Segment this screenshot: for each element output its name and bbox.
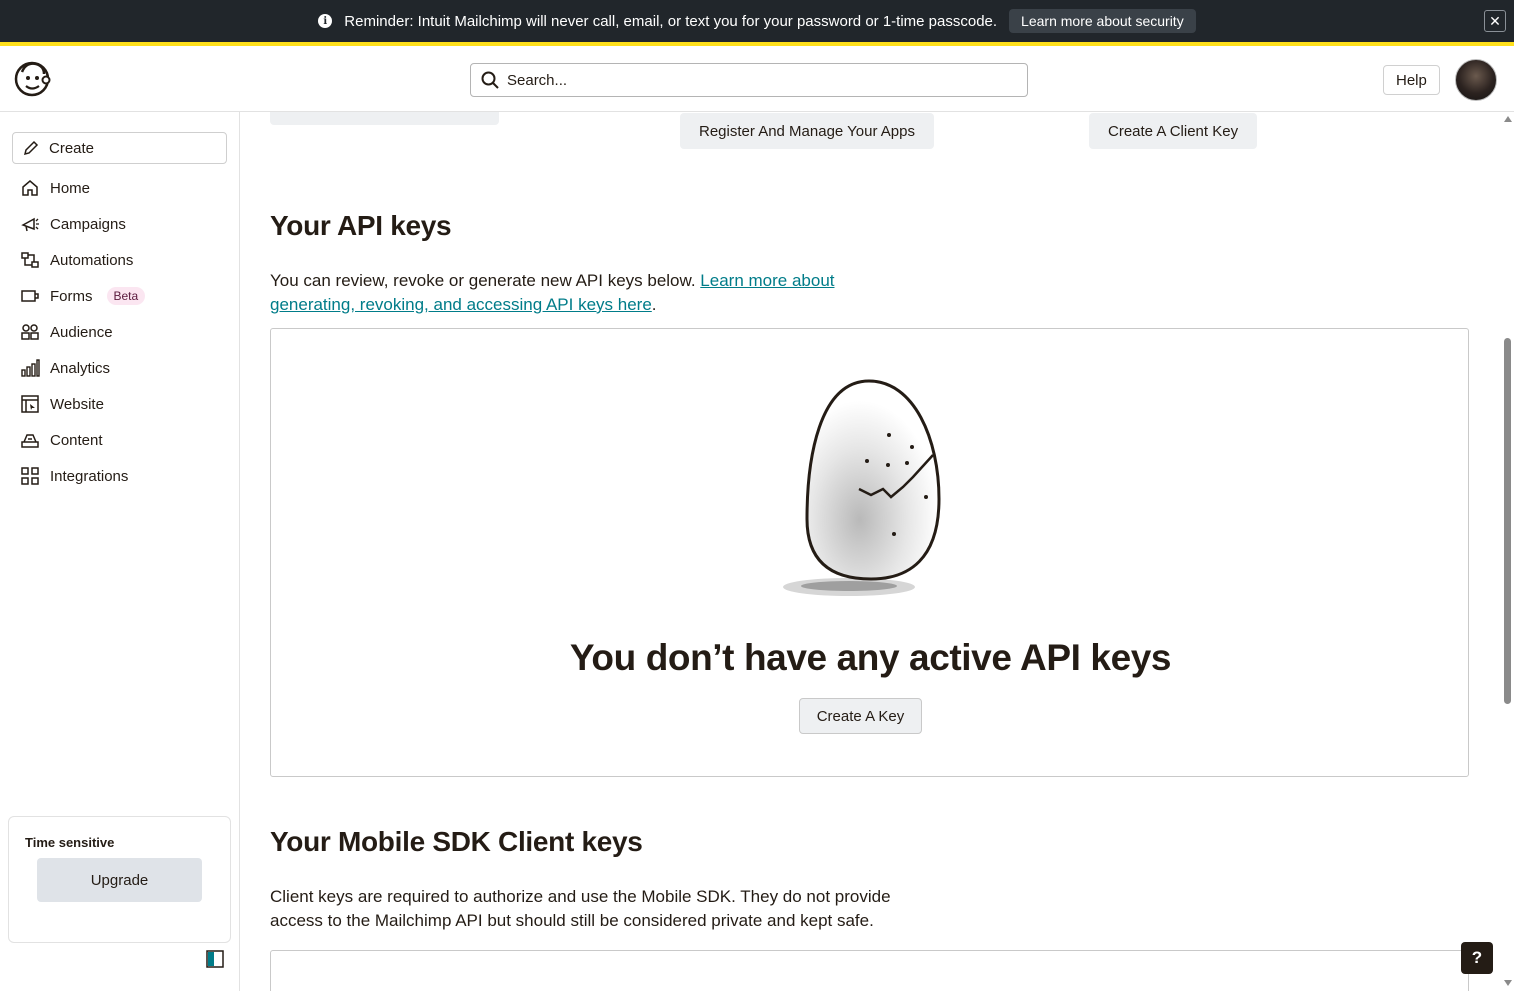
description-period: . [651, 295, 657, 314]
sidebar-item-label: Forms [50, 287, 93, 305]
sidebar-item-label: Website [50, 395, 104, 413]
create-label: Create [49, 139, 95, 157]
content-icon [21, 434, 39, 448]
security-banner: i Reminder: Intuit Mailchimp will never … [0, 0, 1514, 46]
search-input[interactable] [507, 71, 1007, 89]
upgrade-button[interactable]: Upgrade [37, 858, 202, 902]
sidebar-item-automations[interactable]: Automations [0, 242, 239, 278]
api-keys-description: You can review, revoke or generate new A… [270, 269, 870, 317]
api-description-text: You can review, revoke or generate new A… [270, 271, 701, 290]
sdk-keys-heading: Your Mobile SDK Client keys [270, 826, 643, 857]
grid-icon [21, 467, 39, 485]
close-icon[interactable]: ✕ [1484, 10, 1506, 32]
time-sensitive-label: Time sensitive [25, 835, 115, 850]
sidebar-item-home[interactable]: Home [0, 170, 239, 206]
sidebar-item-content[interactable]: Content [0, 422, 239, 458]
automation-icon [21, 252, 39, 268]
faded-button[interactable] [270, 112, 499, 125]
website-icon [21, 395, 39, 413]
create-client-key-button[interactable]: Create A Client Key [1089, 113, 1258, 149]
help-button[interactable]: Help [1383, 65, 1440, 95]
cracked-egg-icon [783, 379, 941, 596]
api-keys-empty-state: You don’t have any active API keys Creat… [270, 328, 1469, 777]
sidebar-item-label: Home [50, 179, 91, 197]
mailchimp-logo-icon[interactable] [12, 58, 52, 98]
form-icon [21, 290, 39, 302]
sidebar-item-integrations[interactable]: Integrations [0, 458, 239, 494]
sidebar-nav: Home Campaigns Automations Forms Beta Au… [0, 170, 239, 494]
scroll-down-arrow-icon[interactable] [1504, 980, 1512, 986]
scroll-thumb[interactable] [1504, 338, 1511, 704]
sidebar-item-label: Campaigns [50, 215, 126, 233]
sidebar-item-label: Automations [50, 251, 134, 269]
sidebar-item-label: Content [50, 431, 103, 449]
learn-security-button[interactable]: Learn more about security [1009, 9, 1196, 33]
pencil-icon [23, 140, 39, 156]
collapse-sidebar-icon[interactable] [206, 950, 224, 968]
sdk-keys-description: Client keys are required to authorize an… [270, 887, 891, 930]
sidebar-item-forms[interactable]: Forms Beta [0, 278, 239, 314]
sidebar: Create Home Campaigns Automations Forms … [0, 112, 240, 991]
megaphone-icon [21, 217, 39, 232]
banner-text: Reminder: Intuit Mailchimp will never ca… [344, 12, 998, 30]
main-content: Register And Manage Your Apps Create A C… [240, 112, 1502, 991]
sdk-keys-panel [270, 950, 1469, 991]
sidebar-item-label: Audience [50, 323, 113, 341]
avatar[interactable] [1455, 59, 1497, 101]
help-fab-button[interactable]: ? [1461, 942, 1493, 974]
empty-state-title: You don’t have any active API keys [569, 637, 1172, 678]
bar-chart-icon [21, 359, 40, 377]
sidebar-item-website[interactable]: Website [0, 386, 239, 422]
api-keys-heading: Your API keys [270, 210, 452, 241]
banner-content: i Reminder: Intuit Mailchimp will never … [318, 9, 1196, 33]
audience-icon [21, 324, 39, 340]
sidebar-item-label: Integrations [50, 467, 129, 485]
beta-badge: Beta [106, 287, 146, 305]
search-icon [481, 71, 499, 89]
create-key-button[interactable]: Create A Key [799, 698, 922, 734]
create-button[interactable]: Create [12, 132, 227, 164]
scroll-up-arrow-icon[interactable] [1504, 116, 1512, 122]
sidebar-item-audience[interactable]: Audience [0, 314, 239, 350]
sidebar-item-campaigns[interactable]: Campaigns [0, 206, 239, 242]
top-header: Help [0, 46, 1514, 112]
home-icon [22, 180, 38, 196]
vertical-scrollbar[interactable] [1502, 112, 1514, 991]
info-icon: i [318, 14, 333, 28]
sidebar-item-analytics[interactable]: Analytics [0, 350, 239, 386]
search-bar[interactable] [470, 63, 1028, 97]
upgrade-card: Time sensitive Upgrade [8, 816, 231, 943]
sidebar-item-label: Analytics [50, 359, 111, 377]
register-apps-button[interactable]: Register And Manage Your Apps [680, 113, 934, 149]
